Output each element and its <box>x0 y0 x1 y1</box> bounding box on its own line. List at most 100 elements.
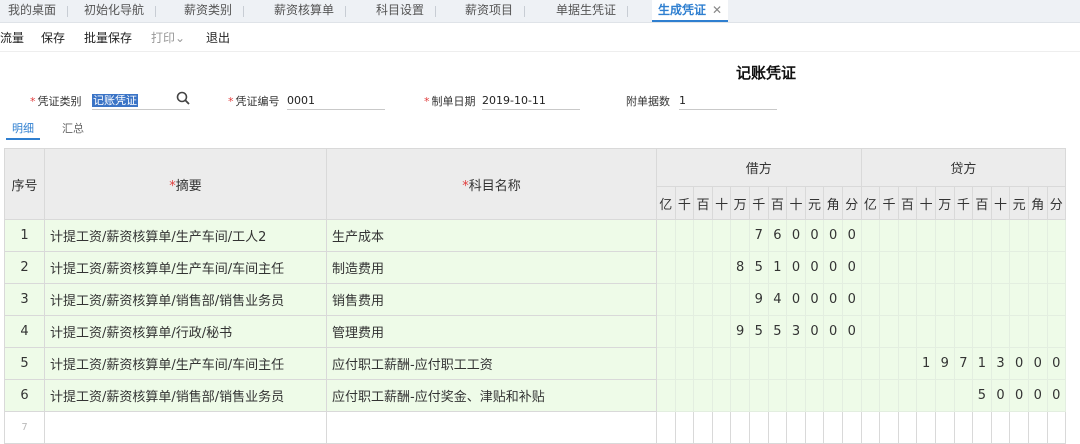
save-button[interactable]: 保存 <box>41 29 65 46</box>
debit-digit-cell[interactable]: 0 <box>823 315 843 348</box>
debit-digit-cell[interactable] <box>693 219 713 252</box>
debit-digit-cell[interactable]: 0 <box>804 283 825 316</box>
debit-digit-cell[interactable]: 7 <box>748 219 769 252</box>
table-row[interactable]: 2 计提工资/薪资核算单/生产车间/车间主任 制造费用 8 5 1 0 0 0 0 <box>4 251 1067 284</box>
debit-digit-cell[interactable]: 1 <box>767 251 788 284</box>
summary-cell[interactable]: 计提工资/薪资核算单/销售部/销售业务员 <box>44 379 327 412</box>
empty-cell[interactable] <box>674 411 695 444</box>
debit-digit-cell[interactable]: 0 <box>786 283 806 316</box>
debit-digit-cell[interactable]: 0 <box>841 219 862 252</box>
row-seq-cell[interactable]: 6 <box>4 379 45 412</box>
credit-digit-cell[interactable] <box>934 219 955 252</box>
credit-digit-cell[interactable]: 0 <box>1009 379 1029 412</box>
credit-digit-cell[interactable] <box>990 219 1011 252</box>
credit-digit-cell[interactable] <box>860 219 881 252</box>
debit-digit-cell[interactable] <box>748 347 769 380</box>
debit-digit-cell[interactable]: 0 <box>786 219 806 252</box>
credit-digit-cell[interactable]: 0 <box>1046 347 1067 380</box>
print-button[interactable]: 打印⌄ <box>151 29 185 46</box>
debit-digit-cell[interactable] <box>730 283 750 316</box>
row-seq-cell[interactable]: 3 <box>4 283 45 316</box>
credit-digit-cell[interactable] <box>916 251 936 284</box>
debit-digit-cell[interactable] <box>674 283 695 316</box>
credit-digit-cell[interactable] <box>1046 283 1067 316</box>
empty-cell[interactable] <box>934 411 955 444</box>
account-cell[interactable]: 管理费用 <box>326 315 657 348</box>
row-seq-cell[interactable]: 2 <box>4 251 45 284</box>
debit-digit-cell[interactable] <box>711 315 732 348</box>
debit-digit-cell[interactable]: 8 <box>730 251 750 284</box>
table-row[interactable]: 3 计提工资/薪资核算单/销售部/销售业务员 销售费用 9 4 0 0 0 0 <box>4 283 1067 316</box>
credit-digit-cell[interactable] <box>879 315 899 348</box>
summary-cell[interactable]: 计提工资/薪资核算单/生产车间/工人2 <box>44 219 327 252</box>
debit-digit-cell[interactable] <box>656 379 676 412</box>
credit-digit-cell[interactable] <box>860 283 881 316</box>
empty-cell[interactable] <box>860 411 881 444</box>
debit-digit-cell[interactable] <box>656 347 676 380</box>
debit-digit-cell[interactable]: 4 <box>767 283 788 316</box>
credit-digit-cell[interactable] <box>879 283 899 316</box>
debit-digit-cell[interactable] <box>804 347 825 380</box>
credit-digit-cell[interactable]: 0 <box>1009 347 1029 380</box>
debit-digit-cell[interactable]: 0 <box>786 251 806 284</box>
empty-cell[interactable] <box>953 411 974 444</box>
debit-digit-cell[interactable] <box>656 219 676 252</box>
debit-digit-cell[interactable]: 0 <box>841 315 862 348</box>
debit-digit-cell[interactable] <box>711 347 732 380</box>
debit-digit-cell[interactable] <box>823 379 843 412</box>
debit-digit-cell[interactable] <box>693 315 713 348</box>
credit-digit-cell[interactable] <box>897 379 918 412</box>
account-cell[interactable]: 应付职工薪酬-应付奖金、津贴和补贴 <box>326 379 657 412</box>
account-cell[interactable]: 应付职工薪酬-应付职工工资 <box>326 347 657 380</box>
credit-digit-cell[interactable] <box>879 251 899 284</box>
table-row-empty[interactable]: 7 <box>4 411 1067 444</box>
credit-digit-cell[interactable] <box>953 219 974 252</box>
credit-digit-cell[interactable] <box>860 251 881 284</box>
debit-digit-cell[interactable] <box>841 347 862 380</box>
credit-digit-cell[interactable] <box>897 251 918 284</box>
empty-cell[interactable] <box>990 411 1011 444</box>
credit-digit-cell[interactable] <box>953 283 974 316</box>
credit-digit-cell[interactable] <box>1009 219 1029 252</box>
debit-digit-cell[interactable] <box>656 315 676 348</box>
debit-digit-cell[interactable] <box>693 283 713 316</box>
flow-button[interactable]: 流量 <box>0 29 24 46</box>
debit-digit-cell[interactable]: 9 <box>748 283 769 316</box>
tab-salary-items[interactable]: 薪资项目 <box>465 0 526 22</box>
credit-digit-cell[interactable] <box>990 251 1011 284</box>
empty-cell[interactable] <box>44 411 327 444</box>
debit-digit-cell[interactable] <box>674 347 695 380</box>
empty-cell[interactable] <box>693 411 713 444</box>
empty-cell[interactable] <box>897 411 918 444</box>
debit-digit-cell[interactable]: 0 <box>804 315 825 348</box>
debit-digit-cell[interactable]: 0 <box>804 219 825 252</box>
voucher-number-field[interactable]: 0001 <box>287 93 385 110</box>
credit-digit-cell[interactable]: 1 <box>972 347 992 380</box>
credit-digit-cell[interactable] <box>879 347 899 380</box>
debit-digit-cell[interactable]: 5 <box>748 315 769 348</box>
batch-save-button[interactable]: 批量保存 <box>84 29 132 46</box>
account-cell[interactable]: 制造费用 <box>326 251 657 284</box>
credit-digit-cell[interactable] <box>1027 315 1048 348</box>
debit-digit-cell[interactable] <box>711 379 732 412</box>
credit-digit-cell[interactable] <box>934 251 955 284</box>
debit-digit-cell[interactable] <box>656 283 676 316</box>
empty-cell[interactable] <box>972 411 992 444</box>
credit-digit-cell[interactable] <box>1027 283 1048 316</box>
credit-digit-cell[interactable] <box>860 347 881 380</box>
debit-digit-cell[interactable] <box>674 219 695 252</box>
credit-digit-cell[interactable] <box>934 379 955 412</box>
credit-digit-cell[interactable]: 1 <box>916 347 936 380</box>
debit-digit-cell[interactable]: 0 <box>804 251 825 284</box>
credit-digit-cell[interactable] <box>897 315 918 348</box>
credit-digit-cell[interactable] <box>916 219 936 252</box>
exit-button[interactable]: 退出 <box>206 29 230 46</box>
debit-digit-cell[interactable] <box>656 251 676 284</box>
debit-digit-cell[interactable]: 0 <box>823 283 843 316</box>
debit-digit-cell[interactable]: 9 <box>730 315 750 348</box>
empty-cell[interactable] <box>804 411 825 444</box>
credit-digit-cell[interactable] <box>1027 219 1048 252</box>
empty-cell[interactable] <box>786 411 806 444</box>
credit-digit-cell[interactable]: 0 <box>1046 379 1067 412</box>
credit-digit-cell[interactable] <box>860 379 881 412</box>
